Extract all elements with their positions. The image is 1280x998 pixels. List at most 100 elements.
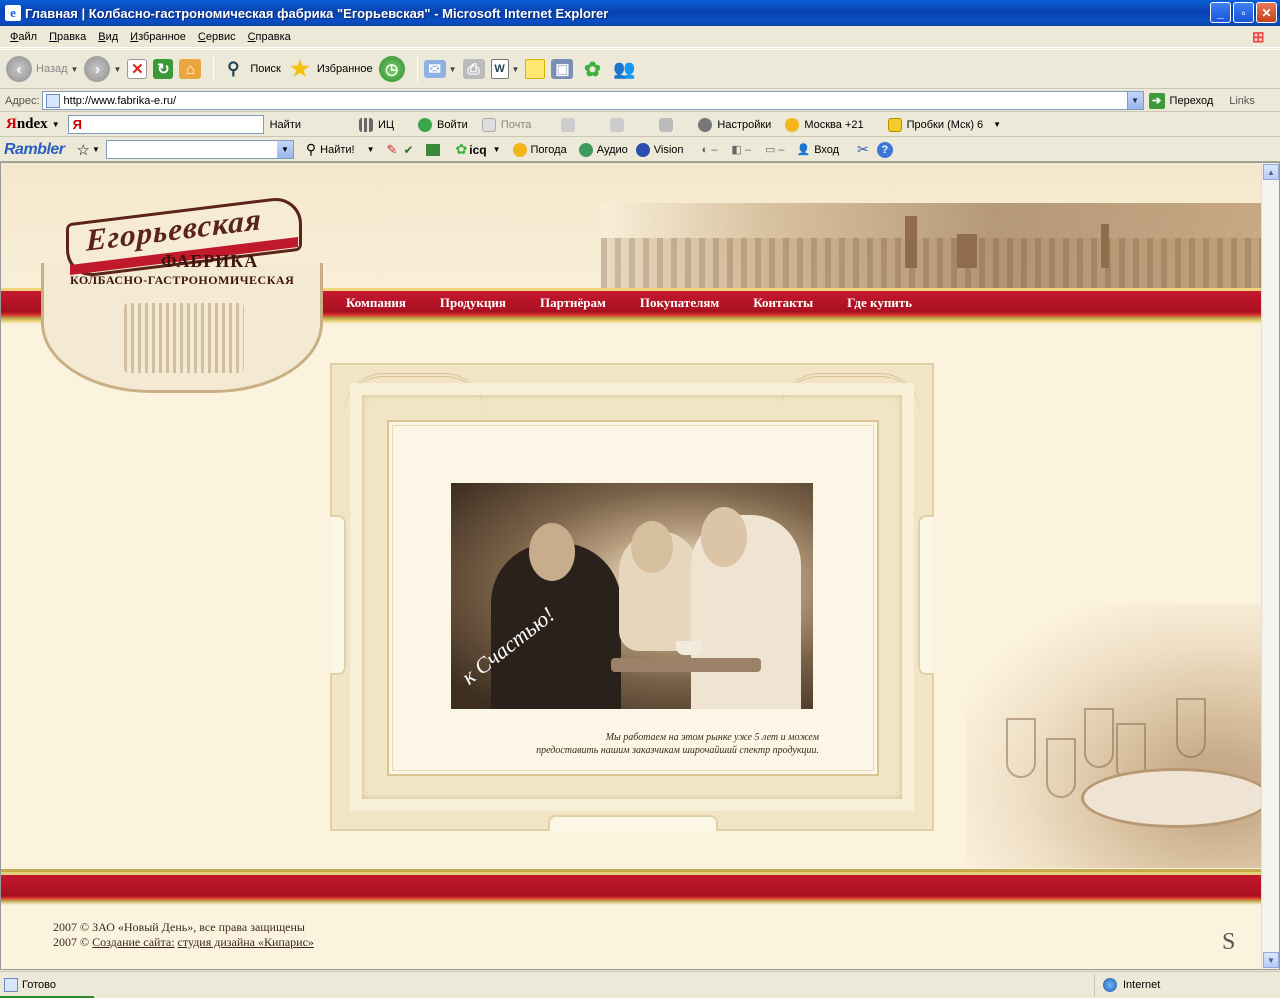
refresh-button[interactable]: ↻ <box>153 59 174 79</box>
yandex-settings-button[interactable]: Настройки <box>698 117 771 132</box>
rambler-input-dropdown-icon[interactable]: ▼ <box>276 141 293 158</box>
traffic-dropdown-icon[interactable]: ▼ <box>993 120 1001 129</box>
history-button[interactable]: ◷ <box>378 56 405 82</box>
rss-icon: ◐ – <box>701 143 718 156</box>
translate-icon <box>425 143 440 156</box>
maximize-button[interactable]: ▫ <box>1233 2 1254 23</box>
yandex-find-button[interactable]: Найти <box>270 119 301 131</box>
nav-products[interactable]: Продукция <box>440 295 506 311</box>
yandex-menu-dropdown-icon[interactable]: ▼ <box>52 120 60 129</box>
go-button[interactable]: ➔ Переход <box>1148 92 1213 109</box>
forward-button[interactable]: › ▼ <box>84 56 121 82</box>
page-viewport[interactable]: Егорьевская ФАБРИКА КОЛБАСНО-ГАСТРОНОМИЧ… <box>0 162 1280 970</box>
status-zone: Internet <box>1095 978 1160 992</box>
rambler-login-button[interactable]: 👤 Вход <box>796 143 840 157</box>
rambler-find-dropdown-icon[interactable]: ▼ <box>367 145 375 154</box>
site-creation-link[interactable]: Создание сайта: <box>92 935 174 949</box>
research-button[interactable]: ▣ <box>551 59 574 79</box>
design-studio-link[interactable]: студия дизайна «Кипарис» <box>178 935 314 949</box>
print-button[interactable]: ⎙ <box>462 59 485 79</box>
rambler-icq-label: icq <box>469 142 487 157</box>
yandex-extra-buttons[interactable] <box>561 117 678 132</box>
links-button[interactable]: Links <box>1229 95 1255 107</box>
search-button[interactable]: ⚲ Поиск <box>220 56 281 82</box>
back-button[interactable]: ‹ Назад ▼ <box>6 56 78 82</box>
rambler-login-label: Вход <box>814 143 840 156</box>
rambler-weather-label: Погода <box>530 143 567 156</box>
stop-icon: ✕ <box>127 59 148 79</box>
icq-button[interactable]: ✿ <box>579 56 605 82</box>
status-text: Готово <box>22 979 56 991</box>
menu-view[interactable]: Вид <box>92 31 124 43</box>
minimize-button[interactable]: _ <box>1210 2 1231 23</box>
yandex-ic-button[interactable]: ИЦ <box>359 117 394 132</box>
user-icon: 👤 <box>796 144 811 156</box>
frame-tab-left <box>330 515 346 675</box>
rambler-weather-button[interactable]: Погода <box>512 142 567 157</box>
frame-tab-bottom <box>548 815 718 831</box>
nav-company[interactable]: Компания <box>346 295 406 311</box>
nav-where-to-buy[interactable]: Где купить <box>847 295 912 311</box>
stop-button[interactable]: ✕ <box>127 59 148 79</box>
edit-dropdown-icon[interactable]: ▼ <box>512 65 520 74</box>
rambler-logo[interactable]: Rambler <box>4 141 65 159</box>
rambler-find-label: Найти! <box>320 143 355 156</box>
messenger-button[interactable]: 👥 <box>611 56 637 82</box>
rambler-audio-button[interactable]: Аудио <box>578 142 628 157</box>
menu-bar: Файл Правка Вид Избранное Сервис Справка… <box>0 26 1280 48</box>
yandex-logo[interactable]: Яndex <box>6 116 48 133</box>
yandex-mail-button[interactable]: Почта <box>481 117 531 132</box>
rambler-vision-button[interactable]: Vision <box>635 142 684 157</box>
yandex-traffic-button[interactable]: Пробки (Мск) 6 ▼ <box>887 117 1001 132</box>
menu-edit[interactable]: Правка <box>43 31 92 43</box>
rambler-icq-button[interactable]: ✿ icq ▼ <box>456 141 501 158</box>
nav-contacts[interactable]: Контакты <box>753 295 813 311</box>
vertical-scrollbar[interactable]: ▲ ▼ <box>1261 163 1279 969</box>
nav-partners[interactable]: Партнёрам <box>540 295 606 311</box>
menu-file[interactable]: Файл <box>4 31 43 43</box>
yandex-weather-button[interactable]: Москва +21 <box>785 117 864 132</box>
home-button[interactable]: ⌂ <box>179 59 202 79</box>
back-dropdown-icon[interactable]: ▼ <box>71 65 79 74</box>
caption-line-1: Мы работаем на этом рынке уже 5 лет и мо… <box>605 732 819 743</box>
close-button[interactable]: ✕ <box>1256 2 1277 23</box>
discuss-button[interactable] <box>525 59 546 79</box>
address-input[interactable]: http://www.fabrika-e.ru/ ▼ <box>41 91 1144 110</box>
audio-icon <box>578 142 593 157</box>
rambler-tools[interactable]: ✎ ✔ <box>387 142 440 158</box>
search-icon: ⚲ <box>305 141 317 157</box>
nav-customers[interactable]: Покупателям <box>640 295 719 311</box>
mail-button[interactable]: ✉ ▼ <box>423 60 457 78</box>
forward-dropdown-icon[interactable]: ▼ <box>113 65 121 74</box>
tools-icon[interactable]: ✂ <box>857 141 869 158</box>
favorites-button[interactable]: ★ Избранное <box>287 56 373 82</box>
icq-dropdown-icon[interactable]: ▼ <box>493 145 501 154</box>
address-url[interactable]: http://www.fabrika-e.ru/ <box>64 95 1127 107</box>
rambler-extra-buttons[interactable]: ◐ – ◧ – ▭ – <box>701 143 785 157</box>
rambler-find-button[interactable]: ⚲ Найти! ▼ <box>306 141 375 158</box>
help-icon[interactable]: ? <box>876 141 893 158</box>
scroll-up-icon[interactable]: ▲ <box>1263 164 1279 180</box>
research-icon: ▣ <box>551 59 574 79</box>
rambler-search-input[interactable]: ▼ <box>105 140 294 159</box>
copyright-line-1: 2007 © ЗАО «Новый День», все права защищ… <box>53 920 305 934</box>
menu-tools[interactable]: Сервис <box>192 31 242 43</box>
address-dropdown-icon[interactable]: ▼ <box>1126 92 1143 109</box>
word-icon: W <box>490 59 509 79</box>
scroll-down-icon[interactable]: ▼ <box>1263 952 1279 968</box>
menu-help[interactable]: Справка <box>242 31 297 43</box>
star-outline-icon[interactable]: ☆ <box>77 141 90 159</box>
toolbar-separator <box>213 56 215 82</box>
yandex-login-button[interactable]: Войти <box>418 117 468 132</box>
studio-logo-icon[interactable]: S <box>1222 929 1235 956</box>
mail-dropdown-icon[interactable]: ▼ <box>449 65 457 74</box>
rambler-star-dropdown-icon[interactable]: ▼ <box>92 145 100 154</box>
photo-icon: ◧ – <box>731 144 751 156</box>
messenger-icon: 👥 <box>613 58 636 79</box>
yandex-search-input[interactable]: Я <box>67 115 264 134</box>
wine-glass <box>1084 708 1114 768</box>
toolbar-separator <box>416 56 418 82</box>
sun-icon <box>785 117 800 132</box>
menu-favorites[interactable]: Избранное <box>124 31 192 43</box>
edit-button[interactable]: W ▼ <box>490 59 520 79</box>
